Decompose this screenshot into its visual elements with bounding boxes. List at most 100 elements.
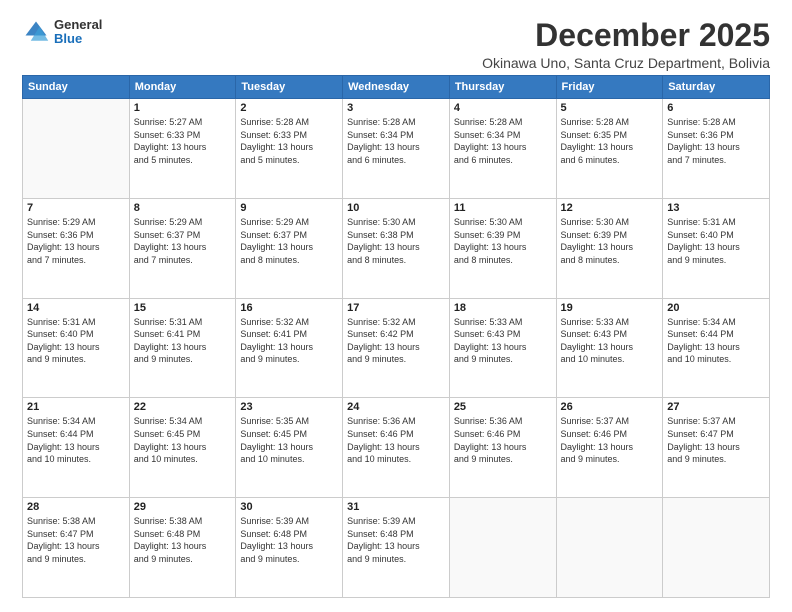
col-header-tuesday: Tuesday (236, 76, 343, 99)
day-info: Sunrise: 5:31 AM Sunset: 6:41 PM Dayligh… (134, 316, 232, 366)
day-number: 14 (27, 302, 125, 314)
col-header-thursday: Thursday (449, 76, 556, 99)
calendar-week-row: 14 Sunrise: 5:31 AM Sunset: 6:40 PM Dayli… (23, 298, 770, 398)
calendar-cell: 8 Sunrise: 5:29 AM Sunset: 6:37 PM Daylig… (129, 198, 236, 298)
calendar-cell: 1 Sunrise: 5:27 AM Sunset: 6:33 PM Daylig… (129, 99, 236, 199)
day-info: Sunrise: 5:39 AM Sunset: 6:48 PM Dayligh… (240, 515, 338, 565)
day-number: 29 (134, 501, 232, 513)
day-number: 15 (134, 302, 232, 314)
calendar-cell: 21Sunrise: 5:34 AM Sunset: 6:44 PM Dayli… (23, 398, 130, 498)
logo-text: General Blue (54, 18, 102, 47)
calendar-cell: 14 Sunrise: 5:31 AM Sunset: 6:40 PM Dayli… (23, 298, 130, 398)
day-info: Sunrise: 5:33 AM Sunset: 6:43 PM Dayligh… (561, 316, 659, 366)
day-info: Sunrise: 5:30 AM Sunset: 6:39 PM Dayligh… (454, 216, 552, 266)
day-number: 20 (667, 302, 765, 314)
calendar-cell: 24 Sunrise: 5:36 AM Sunset: 6:46 PM Dayli… (343, 398, 450, 498)
day-number: 25 (454, 401, 552, 413)
calendar-cell: 27 Sunrise: 5:37 AM Sunset: 6:47 PM Dayli… (663, 398, 770, 498)
calendar-cell: 10 Sunrise: 5:30 AM Sunset: 6:38 PM Dayli… (343, 198, 450, 298)
day-info: Sunrise: 5:27 AM Sunset: 6:33 PM Dayligh… (134, 116, 232, 166)
calendar-cell: 23Sunrise: 5:35 AM Sunset: 6:45 PM Dayli… (236, 398, 343, 498)
day-number: 5 (561, 102, 659, 114)
calendar-cell: 13 Sunrise: 5:31 AM Sunset: 6:40 PM Dayli… (663, 198, 770, 298)
day-number: 3 (347, 102, 445, 114)
logo-general: General (54, 18, 102, 32)
day-number: 24 (347, 401, 445, 413)
calendar-cell: 4 Sunrise: 5:28 AM Sunset: 6:34 PM Daylig… (449, 99, 556, 199)
calendar-cell (449, 498, 556, 598)
day-info: Sunrise: 5:34 AM Sunset: 6:45 PM Dayligh… (134, 415, 232, 465)
col-header-monday: Monday (129, 76, 236, 99)
day-info: Sunrise: 5:30 AM Sunset: 6:38 PM Dayligh… (347, 216, 445, 266)
day-info: Sunrise: 5:28 AM Sunset: 6:34 PM Dayligh… (347, 116, 445, 166)
day-info: Sunrise: 5:28 AM Sunset: 6:35 PM Dayligh… (561, 116, 659, 166)
day-number: 26 (561, 401, 659, 413)
calendar-cell (23, 99, 130, 199)
calendar-cell: 25 Sunrise: 5:36 AM Sunset: 6:46 PM Dayli… (449, 398, 556, 498)
col-header-friday: Friday (556, 76, 663, 99)
calendar-cell: 28Sunrise: 5:38 AM Sunset: 6:47 PM Dayli… (23, 498, 130, 598)
day-number: 6 (667, 102, 765, 114)
calendar-table: SundayMondayTuesdayWednesdayThursdayFrid… (22, 75, 770, 598)
day-info: Sunrise: 5:28 AM Sunset: 6:36 PM Dayligh… (667, 116, 765, 166)
col-header-saturday: Saturday (663, 76, 770, 99)
day-info: Sunrise: 5:34 AM Sunset: 6:44 PM Dayligh… (27, 415, 125, 465)
calendar-week-row: 7 Sunrise: 5:29 AM Sunset: 6:36 PM Daylig… (23, 198, 770, 298)
calendar-cell: 18 Sunrise: 5:33 AM Sunset: 6:43 PM Dayli… (449, 298, 556, 398)
day-info: Sunrise: 5:29 AM Sunset: 6:37 PM Dayligh… (134, 216, 232, 266)
logo-blue: Blue (54, 32, 102, 46)
day-number: 7 (27, 202, 125, 214)
day-info: Sunrise: 5:39 AM Sunset: 6:48 PM Dayligh… (347, 515, 445, 565)
day-number: 27 (667, 401, 765, 413)
logo-icon (22, 18, 50, 46)
calendar-cell: 15 Sunrise: 5:31 AM Sunset: 6:41 PM Dayli… (129, 298, 236, 398)
day-number: 31 (347, 501, 445, 513)
day-number: 23 (240, 401, 338, 413)
month-title: December 2025 (482, 18, 770, 53)
day-info: Sunrise: 5:28 AM Sunset: 6:34 PM Dayligh… (454, 116, 552, 166)
logo: General Blue (22, 18, 102, 47)
day-info: Sunrise: 5:28 AM Sunset: 6:33 PM Dayligh… (240, 116, 338, 166)
day-number: 8 (134, 202, 232, 214)
calendar-cell: 20 Sunrise: 5:34 AM Sunset: 6:44 PM Dayli… (663, 298, 770, 398)
day-number: 13 (667, 202, 765, 214)
day-info: Sunrise: 5:29 AM Sunset: 6:36 PM Dayligh… (27, 216, 125, 266)
day-info: Sunrise: 5:36 AM Sunset: 6:46 PM Dayligh… (454, 415, 552, 465)
day-info: Sunrise: 5:38 AM Sunset: 6:48 PM Dayligh… (134, 515, 232, 565)
day-info: Sunrise: 5:32 AM Sunset: 6:41 PM Dayligh… (240, 316, 338, 366)
day-number: 1 (134, 102, 232, 114)
calendar-cell: 19 Sunrise: 5:33 AM Sunset: 6:43 PM Dayli… (556, 298, 663, 398)
day-number: 18 (454, 302, 552, 314)
calendar-cell: 22Sunrise: 5:34 AM Sunset: 6:45 PM Dayli… (129, 398, 236, 498)
day-info: Sunrise: 5:30 AM Sunset: 6:39 PM Dayligh… (561, 216, 659, 266)
day-number: 16 (240, 302, 338, 314)
calendar-cell: 12Sunrise: 5:30 AM Sunset: 6:39 PM Dayli… (556, 198, 663, 298)
calendar-page: General Blue December 2025 Okinawa Uno, … (0, 0, 792, 612)
day-number: 17 (347, 302, 445, 314)
location-subtitle: Okinawa Uno, Santa Cruz Department, Boli… (482, 55, 770, 71)
day-number: 10 (347, 202, 445, 214)
calendar-cell: 16 Sunrise: 5:32 AM Sunset: 6:41 PM Dayli… (236, 298, 343, 398)
calendar-week-row: 21Sunrise: 5:34 AM Sunset: 6:44 PM Dayli… (23, 398, 770, 498)
calendar-cell: 3 Sunrise: 5:28 AM Sunset: 6:34 PM Daylig… (343, 99, 450, 199)
day-info: Sunrise: 5:37 AM Sunset: 6:47 PM Dayligh… (667, 415, 765, 465)
day-number: 19 (561, 302, 659, 314)
day-info: Sunrise: 5:31 AM Sunset: 6:40 PM Dayligh… (27, 316, 125, 366)
day-info: Sunrise: 5:36 AM Sunset: 6:46 PM Dayligh… (347, 415, 445, 465)
calendar-cell: 9Sunrise: 5:29 AM Sunset: 6:37 PM Daylig… (236, 198, 343, 298)
day-number: 4 (454, 102, 552, 114)
day-info: Sunrise: 5:37 AM Sunset: 6:46 PM Dayligh… (561, 415, 659, 465)
col-header-sunday: Sunday (23, 76, 130, 99)
day-info: Sunrise: 5:32 AM Sunset: 6:42 PM Dayligh… (347, 316, 445, 366)
calendar-cell: 30Sunrise: 5:39 AM Sunset: 6:48 PM Dayli… (236, 498, 343, 598)
calendar-week-row: 1 Sunrise: 5:27 AM Sunset: 6:33 PM Daylig… (23, 99, 770, 199)
day-info: Sunrise: 5:29 AM Sunset: 6:37 PM Dayligh… (240, 216, 338, 266)
calendar-cell: 17 Sunrise: 5:32 AM Sunset: 6:42 PM Dayli… (343, 298, 450, 398)
calendar-cell: 11 Sunrise: 5:30 AM Sunset: 6:39 PM Dayli… (449, 198, 556, 298)
day-info: Sunrise: 5:31 AM Sunset: 6:40 PM Dayligh… (667, 216, 765, 266)
calendar-cell: 26 Sunrise: 5:37 AM Sunset: 6:46 PM Dayli… (556, 398, 663, 498)
day-info: Sunrise: 5:34 AM Sunset: 6:44 PM Dayligh… (667, 316, 765, 366)
calendar-cell: 7 Sunrise: 5:29 AM Sunset: 6:36 PM Daylig… (23, 198, 130, 298)
day-number: 11 (454, 202, 552, 214)
day-info: Sunrise: 5:33 AM Sunset: 6:43 PM Dayligh… (454, 316, 552, 366)
